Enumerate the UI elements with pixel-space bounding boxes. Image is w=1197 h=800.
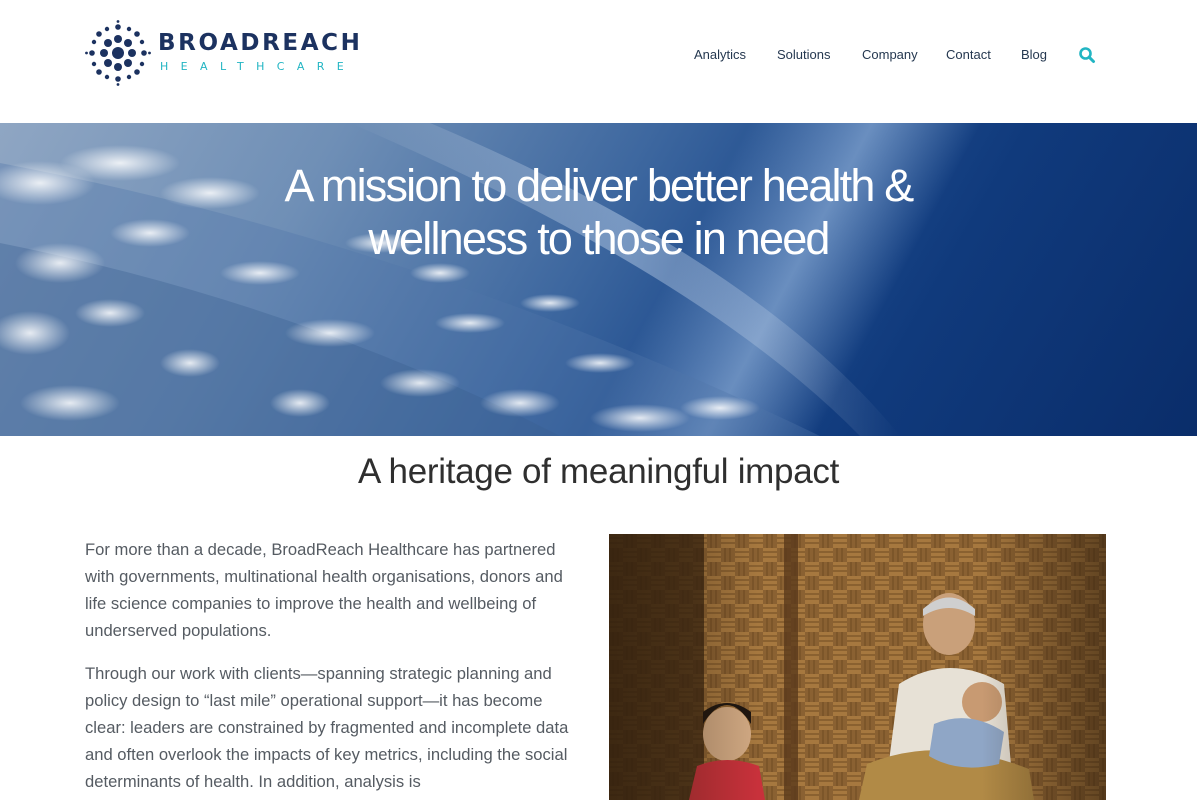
search-icon[interactable]: [1078, 46, 1096, 64]
hero-headline: A mission to deliver better health & wel…: [200, 159, 997, 265]
site-header: BROADREACH HEALTHCARE Analytics Solution…: [0, 0, 1197, 123]
hero-headline-line2: wellness to those in need: [368, 213, 830, 264]
intro-paragraph-2: Through our work with clients—spanning s…: [85, 664, 569, 791]
nav-item-company[interactable]: Company: [862, 47, 918, 62]
family-photo-illustration: [609, 534, 1106, 800]
nav-item-blog[interactable]: Blog: [1021, 47, 1047, 62]
section-title: A heritage of meaningful impact: [358, 452, 839, 491]
hero-banner: A mission to deliver better health & wel…: [0, 123, 1197, 436]
nav-item-contact[interactable]: Contact: [946, 47, 991, 62]
logo-tagline: HEALTHCARE: [160, 60, 357, 73]
broadreach-logo[interactable]: BROADREACH HEALTHCARE: [85, 20, 365, 88]
intro-paragraph-1: For more than a decade, BroadReach Healt…: [85, 540, 563, 640]
intro-text: For more than a decade, BroadReach Healt…: [85, 536, 575, 800]
hero-headline-line1: A mission to deliver better health &: [284, 160, 914, 211]
nav-item-solutions[interactable]: Solutions: [777, 47, 830, 62]
logo-dots-icon: [85, 20, 151, 86]
logo-wordmark: BROADREACH: [158, 30, 363, 56]
family-photo: [609, 534, 1106, 800]
nav-item-analytics[interactable]: Analytics: [694, 47, 746, 62]
